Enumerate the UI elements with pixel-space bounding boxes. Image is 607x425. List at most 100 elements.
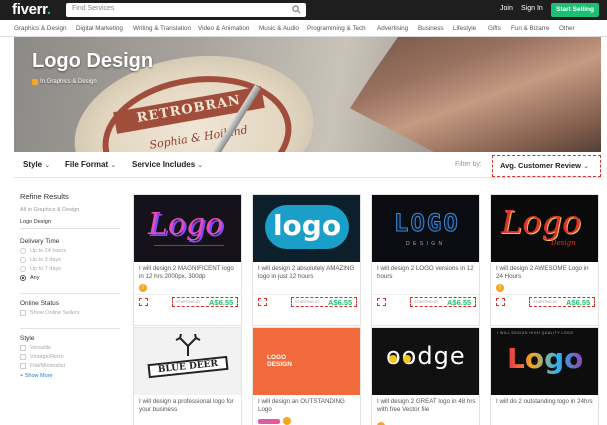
gig-title[interactable]: I will design 2 absolutely AMAZING logo … (258, 265, 358, 281)
gig-art-subtext: Design (551, 239, 576, 247)
gig-art-caption: I WILL DESIGN HIGH QUALITY LOGO (497, 331, 574, 335)
category-business[interactable]: Business (418, 25, 444, 32)
deer-antlers-icon (175, 334, 201, 356)
radio-button[interactable] (20, 257, 26, 263)
heart-icon[interactable]: ♡ (496, 298, 505, 306)
delivery-option-7d[interactable]: Up to 7 days (20, 266, 120, 272)
category-music-audio[interactable]: Music & Audio (259, 25, 299, 32)
heart-icon[interactable]: ♡ (258, 298, 267, 306)
delivery-time-title: Delivery Time (20, 238, 60, 245)
category-banner: RETROBRAN Sophia & Hoiland Logo Design I… (14, 37, 601, 152)
gig-thumbnail[interactable]: Logo (134, 195, 241, 262)
start-selling-button[interactable]: Start Selling (551, 3, 599, 17)
radio-button[interactable] (20, 266, 26, 272)
gig-thumbnail[interactable]: I WILL DESIGN HIGH QUALITY LOGO Logo (491, 328, 598, 395)
style-option-flat[interactable]: Flat/Minimalist (20, 363, 120, 369)
price-box[interactable]: STARTING AT A$6.55 (291, 297, 357, 307)
gig-title[interactable]: I will design 2 LOGO versions in 12 hour… (377, 265, 477, 281)
chevron-down-icon: ⌄ (197, 162, 204, 169)
radio-button[interactable] (20, 248, 26, 254)
category-gifts[interactable]: Gifts (488, 25, 501, 32)
gig-price: A$6.55 (328, 298, 353, 307)
gig-card[interactable]: Logo Design I will design 2 AWESOME Logo… (490, 194, 599, 326)
gig-thumbnail[interactable]: LOGO D E S I G N (372, 195, 479, 262)
heart-icon[interactable]: ♡ (139, 298, 148, 306)
show-more-link[interactable]: + Show More (20, 373, 120, 379)
seller-level-badge: ! (496, 284, 504, 292)
sort-dropdown[interactable]: Avg. Customer Review ⌄ (492, 155, 601, 177)
delivery-option-24h[interactable]: Up to 24 hours (20, 248, 120, 254)
delivery-option-3d[interactable]: Up to 3 days (20, 257, 120, 263)
sign-in-link[interactable]: Sign In (521, 5, 543, 12)
delivery-option-any[interactable]: Any (20, 275, 120, 281)
style-option-versatile[interactable]: Versatile (20, 345, 120, 351)
filter-by-label: Filter by: (455, 161, 482, 168)
category-icon (32, 79, 38, 85)
category-fun-bizarre[interactable]: Fun & Bizarre (511, 25, 550, 32)
gig-art-text: Logo (148, 207, 224, 242)
gig-card[interactable]: LOGO D E S I G N I will design 2 LOGO ve… (371, 194, 480, 326)
search-icon[interactable] (292, 5, 301, 14)
price-box[interactable]: STARTING AT A$6.55 (410, 297, 476, 307)
heart-icon[interactable]: ♡ (377, 298, 386, 306)
category-other[interactable]: Other (559, 25, 575, 32)
category-writing-translation[interactable]: Writing & Translation (133, 25, 191, 32)
seller-level-badge: ! (139, 284, 147, 292)
breadcrumb[interactable]: In Graphics & Design (32, 79, 97, 85)
gig-title[interactable]: I will design a professional logo for yo… (139, 398, 239, 414)
gig-title[interactable]: I will design 2 GREAT logo in 48 hrs wit… (377, 398, 477, 414)
chevron-down-icon: ⌄ (44, 162, 51, 169)
gig-footer: ♡ STARTING AT A$6.55 (491, 294, 598, 308)
gig-card[interactable]: logo I will design 2 absolutely AMAZING … (252, 194, 361, 326)
gig-card[interactable]: Logo I will design 2 MAGNIFICENT logo in… (133, 194, 242, 326)
file-format-filter-dropdown[interactable]: File Format ⌄ (65, 160, 116, 169)
category-graphics-design[interactable]: Graphics & Design (14, 25, 67, 32)
selected-subcategory[interactable]: Logo Design (20, 217, 120, 229)
gig-thumbnail[interactable]: Logo Design (491, 195, 598, 262)
breadcrumb-label: In Graphics & Design (40, 79, 97, 85)
gig-thumbnail[interactable]: LOGO DESIGN (253, 328, 360, 395)
checkbox[interactable] (20, 310, 26, 316)
category-advertising[interactable]: Advertising (377, 25, 408, 32)
gig-title[interactable]: I will design 2 MAGNIFICENT logo in 12 h… (139, 265, 239, 281)
gig-title[interactable]: I will do 2 outstanding logo in 24hrs (496, 398, 596, 406)
style-title: Style (20, 328, 120, 342)
gig-title[interactable]: I will design 2 AWESOME Logo in 24 Hours (496, 265, 596, 281)
price-box[interactable]: STARTING AT A$6.55 (529, 297, 595, 307)
gig-thumbnail[interactable]: oodge (372, 328, 479, 395)
gig-card[interactable]: I WILL DESIGN HIGH QUALITY LOGO Logo I w… (490, 327, 599, 425)
radio-button-selected[interactable] (20, 275, 26, 281)
fiverr-logo[interactable]: fiverr. (12, 1, 51, 18)
checkbox[interactable] (20, 345, 26, 351)
gig-art-text: oodge (386, 342, 466, 370)
gig-art-text: Logo (501, 203, 582, 241)
gig-thumbnail[interactable]: logo (253, 195, 360, 262)
service-includes-filter-dropdown[interactable]: Service Includes ⌄ (132, 160, 203, 169)
checkbox[interactable] (20, 363, 26, 369)
gig-title[interactable]: I will design an OUTSTANDING Logo (258, 398, 358, 414)
category-lifestyle[interactable]: Lifestyle (453, 25, 476, 32)
price-box[interactable]: STARTING AT A$6.55 (172, 297, 238, 307)
gig-footer: ♡ STARTING AT A$6.55 (253, 294, 360, 308)
checkbox[interactable] (20, 354, 26, 360)
search-input[interactable]: Find Services (66, 3, 306, 17)
category-programming-tech[interactable]: Programming & Tech (307, 25, 366, 32)
gig-card[interactable]: BLUE DEER I will design a professional l… (133, 327, 242, 425)
category-video-animation[interactable]: Video & Animation (198, 25, 249, 32)
gig-art-text: LOGO (394, 209, 460, 238)
all-in-category-link[interactable]: All in Graphics & Design (20, 207, 120, 213)
pro-badge (258, 419, 280, 424)
show-online-sellers-option[interactable]: Show Online Sellers (20, 310, 120, 316)
gig-card[interactable]: LOGO DESIGN I will design an OUTSTANDING… (252, 327, 361, 425)
join-link[interactable]: Join (500, 5, 513, 12)
style-option-vintage[interactable]: Vintage/Retro (20, 354, 120, 360)
page-title: Logo Design (32, 50, 154, 72)
category-digital-marketing[interactable]: Digital Marketing (76, 25, 123, 32)
style-filter-dropdown[interactable]: Style ⌄ (23, 160, 50, 169)
gig-card[interactable]: oodge I will design 2 GREAT logo in 48 h… (371, 327, 480, 425)
gig-art-text: LOGO DESIGN (267, 354, 292, 368)
category-nav: Graphics & Design Digital Marketing Writ… (0, 20, 607, 37)
gig-thumbnail[interactable]: BLUE DEER (134, 328, 241, 395)
starting-at-label: STARTING AT (414, 300, 439, 304)
gig-footer: ♡ STARTING AT A$6.55 (372, 294, 479, 308)
